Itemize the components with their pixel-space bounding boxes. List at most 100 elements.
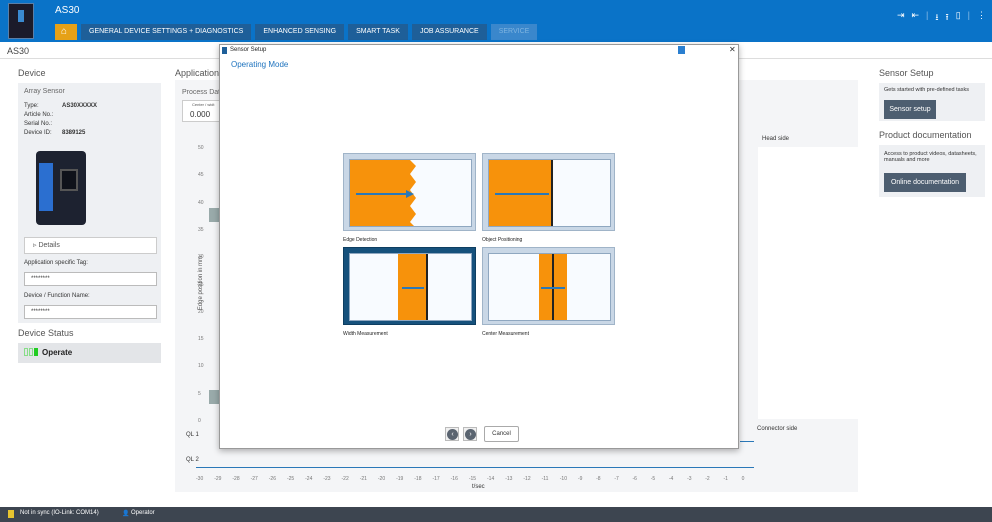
edge-detection-image (349, 159, 472, 227)
x-tick-label: -1 (723, 476, 728, 482)
x-axis-label: t/sec (472, 484, 485, 490)
tag-input[interactable]: ******** (24, 272, 157, 286)
tab-job-assurance[interactable]: JOB ASSURANCE (411, 24, 487, 40)
sensor-setup-dialog: Sensor Setup ✕ Operating Mode Edge Detec… (219, 44, 739, 449)
status-label: Operate (42, 348, 73, 357)
head-side-label: Head side (762, 136, 790, 142)
x-tick-label: -15 (468, 476, 477, 482)
product-doc-heading: Product documentation (879, 130, 972, 140)
connector-side-label: Connector side (757, 426, 798, 432)
x-tick-label: -24 (305, 476, 313, 482)
x-tick-label: -19 (396, 476, 404, 482)
top-bar: AS30 ⌂ GENERAL DEVICE SETTINGS + DIAGNOS… (0, 0, 992, 42)
mode-edge-detection[interactable] (343, 153, 476, 231)
mode-label-position: Object Positioning (482, 237, 523, 243)
device-id-label: Device ID: (24, 130, 52, 136)
x-tick-label: -28 (232, 476, 240, 482)
sensor-setup-button[interactable]: Sensor setup (884, 100, 936, 119)
application-heading: Application (175, 68, 220, 78)
mode-width-measurement[interactable] (343, 247, 476, 325)
x-tick-label: -26 (268, 476, 276, 482)
pin-icon[interactable] (678, 46, 685, 54)
x-tick-label: -5 (650, 476, 656, 482)
chevron-right-icon: › (465, 429, 476, 440)
y-tick-label: 5 (198, 390, 201, 397)
double-arrow-icon (402, 287, 424, 289)
sync-status: Not in sync (IO-Link: COM14) (20, 510, 99, 516)
back-button[interactable]: ‹ (445, 427, 459, 441)
article-label: Article No.: (24, 112, 54, 118)
mode-label-edge: Edge Detection (343, 237, 378, 243)
device-name: Array Sensor (24, 88, 65, 95)
x-tick-label: -8 (596, 476, 601, 482)
x-tick-label: -7 (614, 476, 619, 482)
tab-enhanced-sensing[interactable]: ENHANCED SENSING (255, 24, 345, 40)
x-tick-label: -9 (577, 476, 583, 482)
x-tick-label: -13 (505, 476, 513, 482)
y-axis-label: Edge position in mm (198, 255, 204, 311)
sensor-image (36, 151, 86, 225)
function-name-label: Device / Function Name: (24, 293, 90, 299)
type-label: Type: (24, 103, 39, 109)
ql1-line (740, 441, 754, 442)
y-tick-label: 35 (198, 226, 204, 233)
type-value: AS30XXXXX (62, 103, 98, 109)
y-tick-label: 45 (198, 172, 204, 179)
width-measurement-image (349, 253, 472, 321)
mode-label-center: Center Measurement (482, 331, 529, 337)
home-tab[interactable]: ⌂ (55, 24, 77, 40)
details-toggle[interactable]: ▹ Details (24, 237, 157, 254)
next-button[interactable]: › (463, 427, 477, 441)
x-tick-label: 0 (741, 476, 745, 482)
tab-service: SERVICE (490, 24, 538, 40)
main-nav: ⌂ GENERAL DEVICE SETTINGS + DIAGNOSTICS … (55, 24, 541, 40)
save-icon[interactable]: ▯ (956, 10, 961, 26)
ql2-line (196, 467, 754, 468)
device-id-value: 8389125 (62, 130, 86, 136)
mode-label-width: Width Measurement (343, 331, 388, 337)
upload-icon[interactable]: ⭱ (946, 10, 949, 26)
tab-smart-task[interactable]: SMART TASK (348, 24, 408, 40)
status-bar: Not in sync (IO-Link: COM14) 👤 Operator (0, 507, 992, 522)
x-tick-label: -25 (286, 476, 295, 482)
cancel-button[interactable]: Cancel (484, 426, 519, 442)
toolbar-icons: ⇥ ⇤ | ⭳ ⭱ ▯ | ⋮ (897, 10, 986, 26)
separator-icon: | (967, 10, 970, 20)
device-thumbnail (8, 3, 34, 39)
x-tick-label: -3 (687, 476, 692, 482)
user-icon: 👤 (122, 511, 130, 517)
edge-detection-graphic (350, 160, 416, 226)
center-width-box: Center / widt 0.000 (182, 100, 222, 122)
status-badge: Operate (18, 343, 161, 363)
status-bars-icon (24, 348, 38, 356)
edge-plot (758, 147, 858, 419)
operating-mode-heading: Operating Mode (231, 60, 289, 69)
product-doc-text: Access to product videos, datasheets, ma… (884, 151, 977, 163)
login-icon[interactable]: ⇥ (897, 10, 905, 26)
dialog-app-icon (222, 47, 227, 54)
center-measurement-image (488, 253, 611, 321)
chart-bar (209, 390, 219, 404)
x-tick-label: -21 (359, 476, 367, 482)
close-icon[interactable]: ✕ (729, 45, 736, 54)
dialog-title: Sensor Setup (230, 47, 267, 53)
y-tick-label: 0 (198, 418, 201, 424)
download-icon[interactable]: ⭳ (935, 10, 938, 26)
y-tick-label: 40 (198, 199, 204, 206)
mode-object-positioning[interactable] (482, 153, 615, 231)
x-tick-label: -12 (523, 476, 531, 482)
online-documentation-button[interactable]: Online documentation (884, 173, 966, 192)
app-title: AS30 (55, 5, 80, 16)
more-icon[interactable]: ⋮ (977, 10, 986, 26)
tab-general-settings[interactable]: GENERAL DEVICE SETTINGS + DIAGNOSTICS (81, 24, 252, 40)
y-tick-label: 50 (198, 145, 204, 151)
double-arrow-icon (541, 287, 565, 289)
mode-center-measurement[interactable] (482, 247, 615, 325)
home-icon: ⌂ (61, 26, 68, 37)
reference-line (551, 160, 553, 226)
x-tick-label: -17 (432, 476, 440, 482)
x-tick-label: -11 (541, 476, 549, 482)
logout-icon[interactable]: ⇤ (912, 10, 920, 26)
function-name-input[interactable]: ******** (24, 305, 157, 319)
sync-icon (8, 510, 14, 518)
